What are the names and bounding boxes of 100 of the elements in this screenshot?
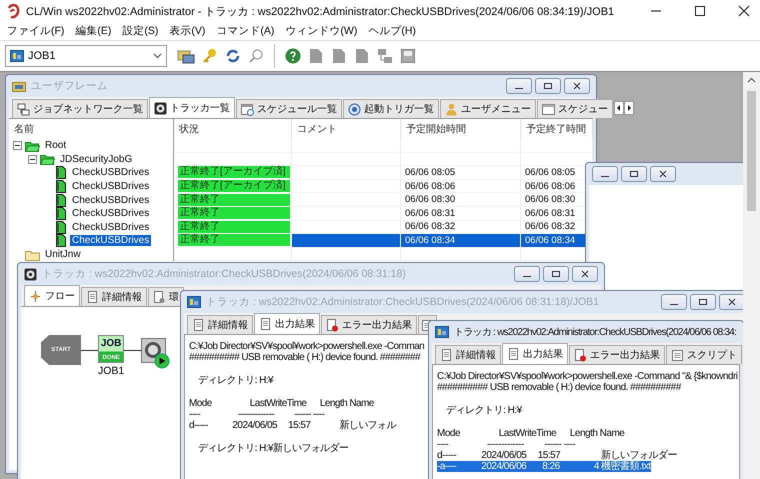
status-cell: 正常終了: [178, 207, 290, 220]
output-line: ディレクトリ: H:¥: [196, 375, 273, 386]
menu-item[interactable]: ヘルプ(H): [365, 24, 424, 38]
close-icon[interactable]: [738, 5, 750, 17]
tree-item[interactable]: CheckUSBDrives: [70, 222, 152, 233]
table-cell: 06/06 08:06: [405, 180, 456, 192]
job-name-label: JOB1: [98, 365, 124, 377]
close-icon: [658, 170, 668, 178]
flow-icon: [29, 290, 42, 302]
close-button[interactable]: [650, 166, 676, 182]
restore-icon: [629, 170, 639, 178]
column-header[interactable]: 予定開始時間: [401, 119, 521, 139]
table-cell: 06/06 08:06: [525, 180, 576, 192]
restore-button[interactable]: [690, 294, 716, 310]
window-title: トラッカ : ws2022hv02:Administrator:CheckUSBDrives(2024/06/06 08:31:18)/JOB1: [206, 295, 600, 309]
search-icon[interactable]: [248, 48, 264, 64]
menu-item[interactable]: 設定(S): [119, 24, 166, 38]
close-button[interactable]: [719, 294, 745, 310]
tree-item[interactable]: JDSecurityJobG: [58, 154, 134, 165]
close-button[interactable]: [572, 266, 598, 282]
menu-item[interactable]: ファイル(F): [4, 24, 72, 38]
tab[interactable]: 出力結果: [502, 343, 568, 364]
close-icon: [727, 298, 737, 306]
tab[interactable]: トラッカ一覧: [149, 97, 235, 118]
status-cell: 正常終了[アーカイブ済]: [178, 166, 290, 178]
scrollbar-thumb[interactable]: [747, 91, 756, 211]
window-title: トラッカ : ws2022hv02:Administrator:CheckUSBDrives(2024/06/06 08:31:18): [42, 267, 407, 281]
job-icon: [187, 296, 201, 308]
tree-item[interactable]: CheckUSBDrives: [70, 208, 152, 220]
save-icon[interactable]: [400, 48, 416, 64]
page-icon[interactable]: [354, 48, 370, 64]
calendar-clock-icon: [241, 102, 254, 116]
tree-item[interactable]: CheckUSBDrives: [70, 181, 152, 192]
column-header[interactable]: 予定終了時間: [521, 119, 593, 139]
column-header[interactable]: 状況: [174, 119, 292, 139]
job-selector[interactable]: JOB1: [5, 45, 167, 67]
app-icon: [6, 3, 20, 19]
restore-button[interactable]: [535, 78, 561, 94]
network-list-icon: [17, 102, 30, 116]
tab[interactable]: ジョブネットワーク一覧: [12, 99, 148, 118]
maximize-icon[interactable]: [694, 5, 706, 17]
scroll-left-icon[interactable]: [614, 101, 624, 115]
network-icon[interactable]: [377, 48, 393, 64]
tree-item[interactable]: CheckUSBDrives: [70, 167, 152, 178]
menu-item[interactable]: ウィンドウ(W): [282, 24, 366, 38]
tab[interactable]: スケジュー: [537, 99, 613, 118]
open-folder-icon: [40, 153, 55, 166]
caret-icon[interactable]: [153, 53, 162, 59]
tab[interactable]: スケジュール一覧: [236, 99, 342, 118]
play-node-icon[interactable]: [141, 338, 172, 370]
tab[interactable]: エラー出力結果: [321, 315, 417, 334]
tree-item[interactable]: CheckUSBDrives: [70, 235, 152, 246]
tree-item[interactable]: CheckUSBDrives: [70, 194, 152, 206]
page-icon[interactable]: [308, 48, 324, 64]
table-cell: 06/06 08:30: [405, 194, 456, 206]
tray-icon[interactable]: [177, 48, 195, 64]
document-icon: [86, 290, 99, 304]
status-cell: 正常終了: [178, 234, 290, 246]
tab[interactable]: 環: [148, 287, 184, 306]
output-line: d----- 2024/06/05 15:57 新しいフォル: [189, 420, 396, 431]
column-header[interactable]: コメント: [292, 119, 401, 139]
tab[interactable]: 出力結果: [254, 313, 320, 334]
tab[interactable]: 詳細情報: [187, 315, 253, 334]
scroll-up-icon[interactable]: [747, 77, 756, 83]
document-settings-icon: [153, 290, 166, 304]
scroll-right-icon[interactable]: [624, 101, 634, 115]
help-icon[interactable]: [285, 48, 301, 64]
document-icon: [55, 220, 67, 234]
tab[interactable]: 詳細情報: [435, 345, 501, 364]
document-icon: [259, 318, 272, 330]
tab[interactable]: スクリプト: [666, 345, 742, 364]
collapse-icon[interactable]: [28, 154, 37, 164]
scroll-icon: [671, 348, 684, 362]
document-icon: [440, 348, 453, 362]
column-header[interactable]: 名前: [9, 119, 174, 139]
close-button[interactable]: [564, 78, 590, 94]
restore-button[interactable]: [621, 166, 647, 182]
table-cell: 06/06 08:05: [525, 166, 576, 178]
tree-item[interactable]: Root: [43, 140, 68, 152]
menu-item[interactable]: 編集(E): [72, 24, 120, 38]
open-folder-icon: [25, 140, 40, 152]
tab[interactable]: フロー: [24, 285, 80, 306]
window-title: CL/Win ws2022hv02:Administrator - トラッカ : ws2022hv02:Administrator:CheckUSBDrives(2024/06/06 08:34:19)/JOB1: [26, 4, 616, 18]
document-icon: [55, 166, 67, 180]
menu-item[interactable]: 表示(V): [166, 24, 214, 38]
collapse-icon[interactable]: [13, 141, 22, 150]
output-line: Mode LastWriteTime Length Name: [189, 398, 374, 409]
connector-line: [124, 350, 142, 351]
refresh-icon[interactable]: [225, 48, 241, 64]
output-line: ディレクトリ: H:¥: [445, 405, 522, 416]
tab[interactable]: エラー出力結果: [569, 345, 665, 364]
menu-item[interactable]: コマンド(A): [213, 24, 282, 38]
vertical-scrollbar[interactable]: [743, 72, 760, 479]
page-icon[interactable]: [331, 48, 347, 64]
tree-item[interactable]: UnitJnw: [43, 249, 83, 260]
document-icon: [55, 194, 67, 207]
tab[interactable]: 詳細情報: [81, 287, 147, 306]
tab[interactable]: 起動トリガ一覧: [343, 99, 439, 118]
tab[interactable]: ユーザメニュー: [440, 99, 536, 118]
restore-button[interactable]: [543, 266, 569, 282]
